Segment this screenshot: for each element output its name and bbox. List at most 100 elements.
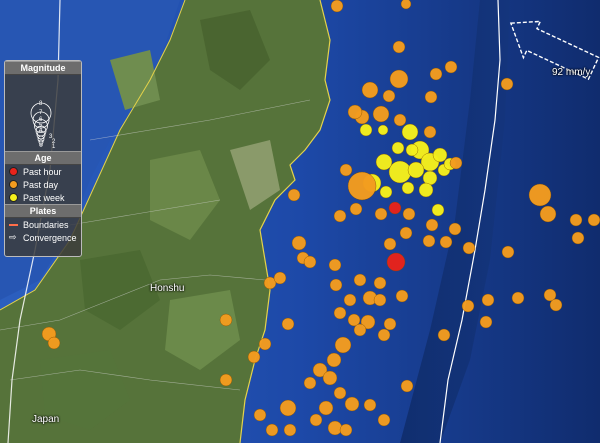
legend-boundaries-label: Boundaries: [23, 219, 69, 230]
earthquake-marker[interactable]: [359, 123, 373, 137]
earthquake-marker[interactable]: [449, 156, 463, 170]
earthquake-marker[interactable]: [383, 317, 397, 331]
earthquake-marker[interactable]: [219, 373, 233, 387]
earthquake-marker[interactable]: [425, 218, 439, 232]
earthquake-marker[interactable]: [422, 234, 436, 248]
earthquake-marker[interactable]: [418, 182, 434, 198]
earthquake-marker[interactable]: [361, 81, 379, 99]
earthquake-marker[interactable]: [291, 235, 307, 251]
earthquake-marker[interactable]: [400, 379, 414, 393]
earthquake-marker[interactable]: [392, 40, 406, 54]
earthquake-marker[interactable]: [379, 185, 393, 199]
earthquake-marker[interactable]: [349, 202, 363, 216]
earthquake-marker[interactable]: [395, 289, 409, 303]
earthquake-marker[interactable]: [374, 207, 388, 221]
earthquake-marker[interactable]: [423, 125, 437, 139]
earthquake-marker[interactable]: [479, 315, 493, 329]
earthquake-marker[interactable]: [283, 423, 297, 437]
earthquake-marker[interactable]: [258, 337, 272, 351]
yellow-dot-icon: [9, 193, 18, 202]
earthquake-marker[interactable]: [382, 89, 396, 103]
earthquake-marker[interactable]: [287, 188, 301, 202]
earthquake-marker[interactable]: [448, 222, 462, 236]
earthquake-marker[interactable]: [501, 245, 515, 259]
earthquake-marker[interactable]: [407, 161, 425, 179]
earthquake-marker[interactable]: [347, 171, 377, 201]
earthquake-marker[interactable]: [405, 143, 419, 157]
earthquake-marker[interactable]: [353, 323, 367, 337]
earthquake-marker[interactable]: [333, 386, 347, 400]
legend-past-day-label: Past day: [23, 179, 59, 190]
earthquake-marker[interactable]: [329, 278, 343, 292]
earthquake-marker[interactable]: [328, 258, 342, 272]
earthquake-marker[interactable]: [375, 153, 393, 171]
earthquake-marker[interactable]: [253, 408, 267, 422]
earthquake-marker[interactable]: [424, 90, 438, 104]
earthquake-marker[interactable]: [400, 0, 412, 10]
earthquake-marker[interactable]: [309, 413, 323, 427]
earthquake-marker[interactable]: [303, 376, 317, 390]
earthquake-marker[interactable]: [333, 306, 347, 320]
earthquake-marker[interactable]: [377, 124, 389, 136]
earthquake-marker[interactable]: [318, 400, 334, 416]
earthquake-marker[interactable]: [353, 273, 367, 287]
earthquake-marker[interactable]: [444, 60, 458, 74]
earthquake-marker[interactable]: [383, 237, 397, 251]
earthquake-marker[interactable]: [347, 104, 363, 120]
earthquake-marker[interactable]: [429, 67, 443, 81]
earthquake-marker[interactable]: [326, 352, 342, 368]
earthquake-marker[interactable]: [327, 420, 343, 436]
earthquake-marker[interactable]: [391, 141, 405, 155]
earthquake-marker[interactable]: [322, 370, 338, 386]
legend-past-hour-label: Past hour: [23, 166, 62, 177]
arrow-icon: ⇨: [9, 232, 17, 242]
earthquake-marker[interactable]: [372, 105, 390, 123]
earthquake-marker[interactable]: [389, 69, 409, 89]
earthquake-marker[interactable]: [393, 113, 407, 127]
earthquake-marker[interactable]: [399, 226, 413, 240]
earthquake-marker[interactable]: [511, 291, 525, 305]
earthquake-marker[interactable]: [373, 293, 387, 307]
earthquake-marker[interactable]: [549, 298, 563, 312]
earthquake-marker[interactable]: [528, 183, 552, 207]
earthquake-marker[interactable]: [481, 293, 495, 307]
earthquake-marker[interactable]: [437, 328, 451, 342]
earthquake-marker[interactable]: [339, 423, 353, 437]
earthquake-marker[interactable]: [587, 213, 600, 227]
earthquake-marker[interactable]: [47, 336, 61, 350]
legend-boundaries: Boundaries: [5, 218, 81, 231]
earthquake-marker[interactable]: [373, 276, 387, 290]
earthquake-marker[interactable]: [571, 231, 585, 245]
earthquake-marker[interactable]: [461, 299, 475, 313]
earthquake-marker[interactable]: [265, 423, 279, 437]
earthquake-marker[interactable]: [462, 241, 476, 255]
earthquake-marker[interactable]: [363, 398, 377, 412]
earthquake-marker[interactable]: [569, 213, 583, 227]
earthquake-marker[interactable]: [439, 235, 453, 249]
earthquake-marker[interactable]: [344, 396, 360, 412]
earthquake-marker[interactable]: [339, 163, 353, 177]
earthquake-marker[interactable]: [273, 271, 287, 285]
earthquake-marker[interactable]: [401, 123, 419, 141]
earthquake-marker[interactable]: [334, 336, 352, 354]
earthquake-marker[interactable]: [279, 399, 297, 417]
earthquake-marker[interactable]: [247, 350, 261, 364]
earthquake-marker[interactable]: [377, 328, 391, 342]
earthquake-marker[interactable]: [330, 0, 344, 13]
earthquake-marker[interactable]: [388, 160, 412, 184]
earthquake-marker[interactable]: [401, 181, 415, 195]
earthquake-marker[interactable]: [402, 207, 416, 221]
earthquake-marker[interactable]: [343, 293, 357, 307]
earthquake-marker[interactable]: [386, 252, 406, 272]
earthquake-marker[interactable]: [303, 255, 317, 269]
earthquake-marker[interactable]: [333, 209, 347, 223]
earthquake-marker[interactable]: [377, 413, 391, 427]
earthquake-marker[interactable]: [281, 317, 295, 331]
earthquake-marker[interactable]: [388, 201, 402, 215]
earthquake-marker[interactable]: [432, 147, 448, 163]
earthquake-marker[interactable]: [539, 205, 557, 223]
earthquake-marker[interactable]: [431, 203, 445, 217]
earthquake-marker[interactable]: [500, 77, 514, 91]
earthquake-marker[interactable]: [219, 313, 233, 327]
map-view[interactable]: Magnitude 8 7 6 5 4 3 2 1 Age Past hour …: [0, 0, 600, 443]
